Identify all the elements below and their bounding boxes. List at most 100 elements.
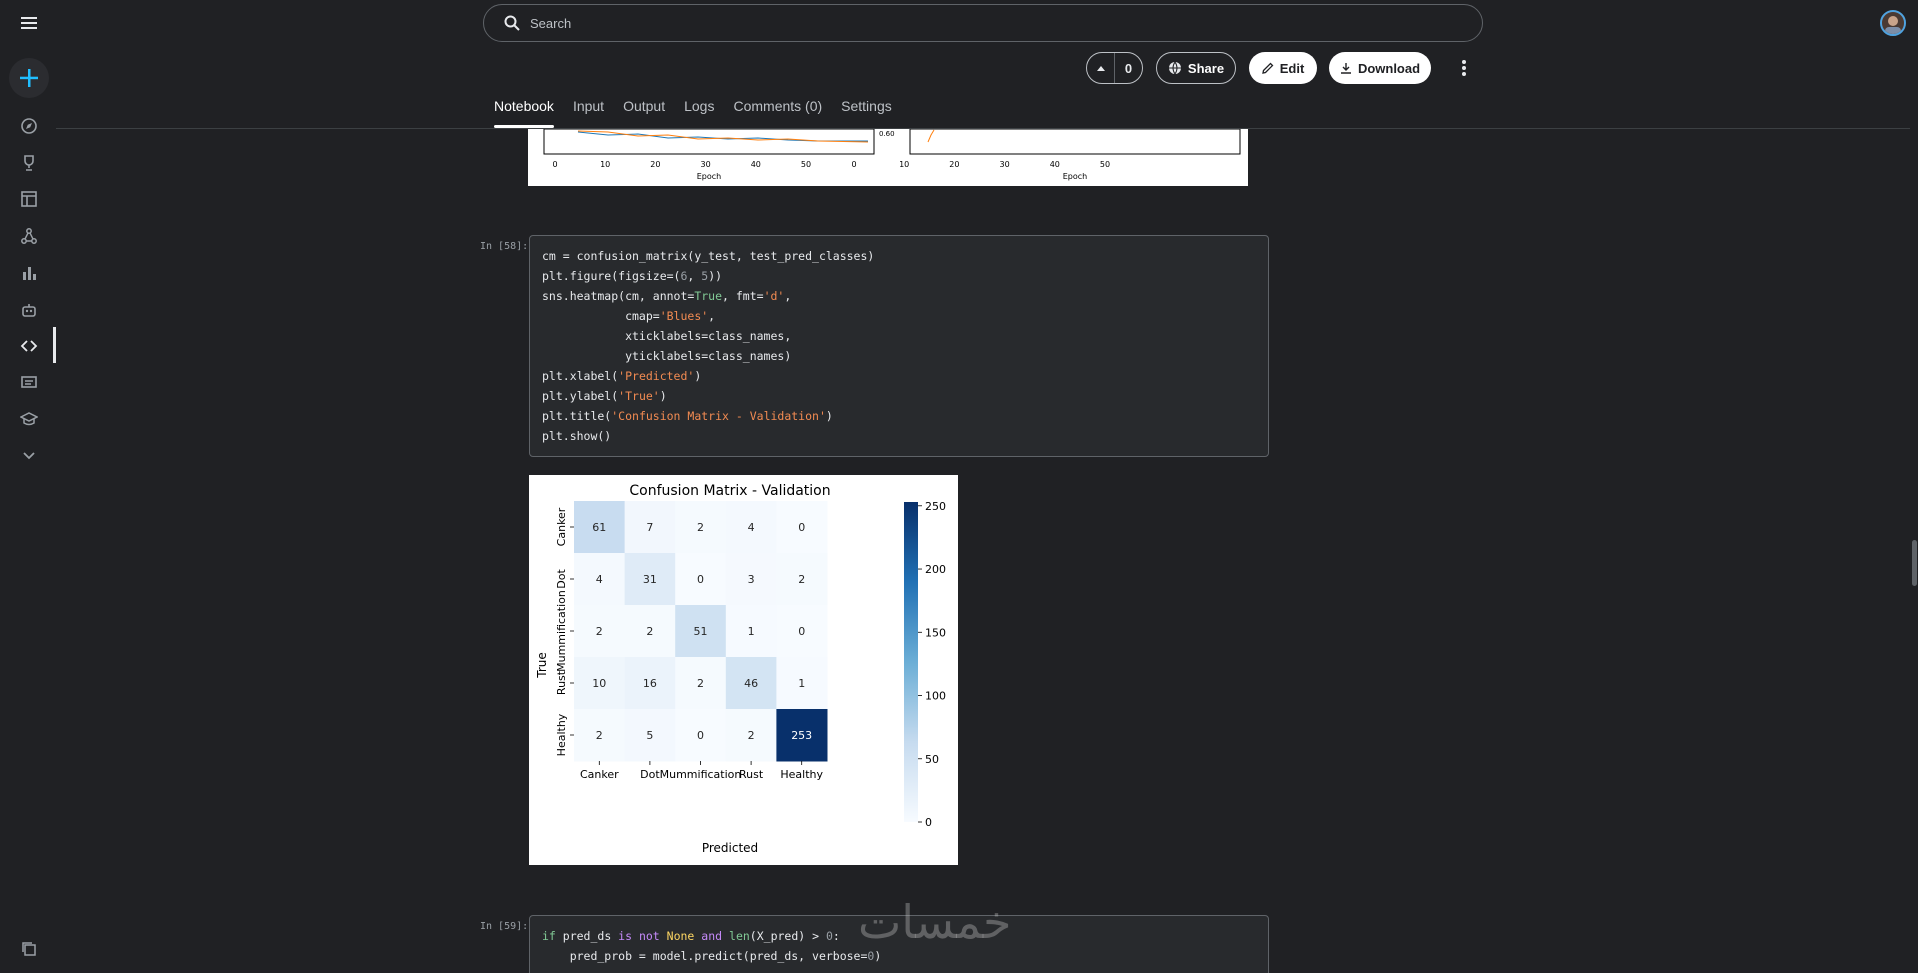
cell-value-label: 61 [592,521,606,534]
cell-value-label: 31 [643,573,657,586]
tab-output[interactable]: Output [623,98,665,128]
cell-value-label: 4 [748,521,755,534]
download-label: Download [1357,60,1421,76]
tab-notebook[interactable]: Notebook [494,98,554,128]
cell-prompt: In [59]: [480,921,529,932]
prev-tick-label: 0 [851,160,856,169]
colorbar-tick-label: 50 [925,753,939,766]
notebook-tabs: Notebook Input Output Logs Comments (0) … [494,98,911,128]
prev-tick-label: 20 [650,160,660,169]
y-tick-label: Mummification [555,590,568,672]
y-tick-label: Healthy [555,713,568,756]
cell-value-label: 3 [748,573,755,586]
code-text: cm = confusion_matrix(y_test, test_pred_… [542,249,875,443]
chart-icon[interactable] [14,258,44,288]
notebook-content: 0.60 0 10 20 30 40 50 0 10 20 30 40 50 Epoch Epoch… [56,129,1910,973]
cell-value-label: 2 [697,677,704,690]
colorbar-tick-label: 100 [925,690,946,703]
prev-tick-label: 0 [552,160,557,169]
sidebar [0,0,56,973]
x-axis-label: Predicted [702,841,758,855]
menu-icon[interactable] [14,8,44,38]
vote-button[interactable]: 0 [1086,52,1143,84]
create-button[interactable] [9,58,49,98]
search-icon [504,15,520,31]
prev-tick-label: 40 [751,160,761,169]
avatar[interactable] [1880,10,1906,36]
y-tick-label: Rust [555,670,568,695]
upvote-icon[interactable] [1087,53,1115,83]
download-button[interactable]: Download [1329,52,1431,84]
cell-value-label: 51 [694,625,708,638]
table-icon[interactable] [14,184,44,214]
prev-ytick: 0.60 [879,130,895,138]
prev-tick-label: 50 [1100,160,1110,169]
chevron-down-icon[interactable] [14,440,44,470]
cell-value-label: 2 [697,521,704,534]
watermark: خمسات [858,895,1012,949]
prev-tick-label: 10 [899,160,909,169]
cell-value-label: 2 [798,573,805,586]
y-axis-label: True [535,652,549,679]
prev-xlabel-left: Epoch [697,172,722,181]
cell-value-label: 5 [646,729,653,742]
x-tick-label: Rust [739,768,764,781]
cell-value-label: 7 [646,521,653,534]
pencil-icon [1261,62,1274,74]
cell-value-label: 253 [791,729,812,742]
search-box[interactable]: Search [483,4,1483,42]
cell-value-label: 0 [798,521,805,534]
tab-input[interactable]: Input [573,98,604,128]
cell-value-label: 2 [596,625,603,638]
edit-button[interactable]: Edit [1249,52,1317,84]
prev-tick-label: 10 [600,160,610,169]
cell-value-label: 1 [798,677,805,690]
cell-value-label: 46 [744,677,758,690]
trophy-icon[interactable] [14,148,44,178]
tab-logs[interactable]: Logs [684,98,714,128]
prev-tick-label: 30 [1000,160,1010,169]
share-button[interactable]: Share [1156,52,1236,84]
more-options-icon[interactable] [1456,58,1472,78]
prev-xlabel-right: Epoch [1063,172,1088,181]
x-tick-label: Dot [640,768,660,781]
cell-value-label: 0 [697,573,704,586]
code-icon[interactable] [14,331,44,361]
x-tick-label: Canker [580,768,619,781]
robot-icon[interactable] [14,295,44,325]
scrollbar-thumb[interactable] [1912,540,1917,586]
tab-settings[interactable]: Settings [841,98,892,128]
globe-icon [1168,61,1181,75]
y-tick-label: Dot [555,569,568,589]
cell-value-label: 2 [646,625,653,638]
confusion-matrix-svg: Confusion Matrix - Validation 61 7 2 4 04 31 0… [535,483,946,855]
confusion-matrix-plot: Confusion Matrix - Validation 61 7 2 4 0 4 31 0… [529,475,958,865]
code-cell[interactable]: cm = confusion_matrix(y_test, test_pred_… [529,235,1269,457]
models-icon[interactable] [14,221,44,251]
discussion-icon[interactable] [14,368,44,398]
tab-comments[interactable]: Comments (0) [733,98,822,128]
x-tick-label: Healthy [780,768,823,781]
colorbar [904,502,918,822]
cell-value-label: 4 [596,573,603,586]
compass-icon[interactable] [14,111,44,141]
colorbar-tick-label: 200 [925,563,946,576]
colorbar-tick-label: 0 [925,816,932,829]
cell-prompt: In [58]: [480,241,529,252]
search-input[interactable]: Search [530,16,571,31]
copy-icon[interactable] [14,934,44,964]
y-tick-label: Canker [555,507,568,546]
chart-title: Confusion Matrix - Validation [629,483,830,499]
prev-tick-label: 20 [949,160,959,169]
cell-value-label: 1 [748,625,755,638]
download-icon [1340,63,1351,74]
colorbar-tick-label: 150 [925,626,946,639]
school-icon[interactable] [14,404,44,434]
vote-count: 0 [1124,60,1133,76]
cell-value-label: 16 [643,677,657,690]
training-history-plot: 0.60 0 10 20 30 40 50 0 10 20 30 40 50 Epoch Epoch [528,129,1248,186]
share-label: Share [1187,60,1225,76]
cell-value-label: 0 [697,729,704,742]
create-icon [20,69,38,87]
prev-tick-label: 50 [801,160,811,169]
